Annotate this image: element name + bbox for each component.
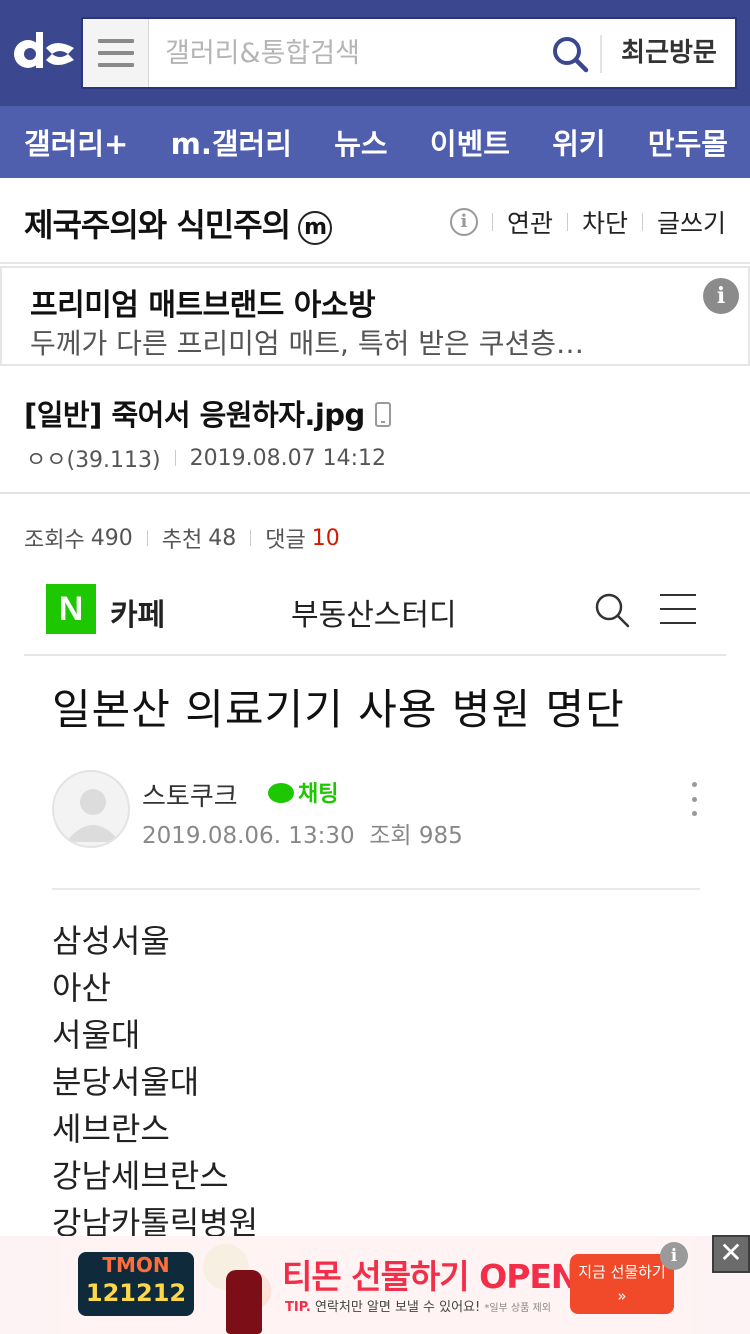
comments-label[interactable]: 댓글 (265, 522, 305, 554)
tmon-logo: TMON 121212 (78, 1252, 194, 1316)
divider (250, 530, 252, 546)
ad-info-icon[interactable]: i (703, 278, 739, 314)
article-divider (52, 888, 700, 890)
recent-visits-button[interactable]: 최근방문 (613, 33, 725, 73)
divider (641, 213, 643, 231)
article-author: 스토쿠크 (142, 782, 238, 812)
related-link[interactable]: 연관 (507, 204, 553, 240)
gallery-name: 제국주의와 식민주의 (24, 206, 291, 244)
article-date: 2019.08.06. 13:30 조회 985 (142, 816, 463, 850)
post-header: [일반] 죽어서 응원하자.jpg ㅇㅇ(39.113) 2019.08.07 … (0, 368, 750, 494)
chat-icon (268, 783, 294, 803)
post-title: [일반] 죽어서 응원하자.jpg (24, 392, 391, 434)
post-meta: ㅇㅇ(39.113) 2019.08.07 14:12 (26, 442, 386, 474)
main-nav: 갤러리+ m.갤러리 뉴스 이벤트 위키 만두몰 (0, 106, 750, 178)
recommend-count: 48 (208, 525, 237, 551)
chat-badge: 채팅 (268, 776, 338, 808)
banner-note: *일부 상품 제외 (484, 1303, 551, 1314)
banner-tip: TIP. (285, 1300, 311, 1315)
divider (491, 213, 493, 231)
chat-label: 채팅 (298, 782, 339, 807)
post-stats: 조회수 490 추천 48 댓글 10 (24, 522, 340, 554)
naver-logo-icon: N (46, 584, 96, 634)
cta-line2: » (617, 1287, 627, 1305)
cafe-search-icon (595, 593, 630, 628)
gallery-header: 제국주의와 식민주의 m i 연관 차단 글쓰기 (0, 178, 750, 264)
write-link[interactable]: 글쓰기 (657, 204, 726, 240)
nav-event[interactable]: 이벤트 (430, 121, 510, 163)
text-ad[interactable]: 프리미엄 매트브랜드 아소방 두께가 다른 프리미엄 매트, 특허 받은 쿠션층… (0, 266, 750, 366)
cta-line1: 지금 선물하기 (578, 1263, 666, 1281)
avatar (52, 770, 130, 848)
divider (174, 450, 176, 466)
mobile-icon (374, 402, 391, 427)
gallery-title[interactable]: 제국주의와 식민주의 m (24, 200, 333, 246)
article-title: 일본산 의료기기 사용 병원 명단 (52, 685, 625, 734)
article-date-text: 2019.08.06. 13:30 (142, 823, 355, 849)
views-count: 490 (90, 525, 133, 551)
cafe-name: 부동산스터디 (291, 598, 457, 633)
views-label: 조회수 (24, 528, 85, 553)
list-item: 분당서울대 (52, 1063, 200, 1101)
more-options-icon (692, 782, 698, 816)
post-date: 2019.08.07 14:12 (189, 445, 386, 471)
nav-gallery-plus[interactable]: 갤러리+ (24, 121, 128, 163)
tmon-logo-bottom: 121212 (85, 1279, 187, 1307)
post-title-text: [일반] 죽어서 응원하자.jpg (24, 398, 365, 432)
banner-title: 티몬 선물하기 OPEN (282, 1257, 579, 1296)
banner-subtitle-text: 연락처만 알면 보낼 수 있어요! (314, 1300, 481, 1315)
nav-wiki[interactable]: 위키 (552, 121, 605, 163)
minor-gallery-badge: m (298, 211, 333, 245)
list-item: 서울대 (52, 1016, 141, 1054)
info-icon[interactable]: i (449, 208, 478, 236)
dc-logo-icon[interactable] (10, 24, 76, 80)
top-header: 최근방문 (0, 0, 750, 106)
post-author[interactable]: ㅇㅇ(39.113) (26, 442, 161, 474)
block-link[interactable]: 차단 (582, 204, 628, 240)
wine-bottle-image (226, 1270, 262, 1334)
comments-count[interactable]: 10 (312, 526, 340, 551)
ad-description: 두께가 다른 프리미엄 매트, 특허 받은 쿠션층… (30, 327, 584, 360)
recommend-label: 추천 (161, 528, 203, 553)
divider (566, 213, 568, 231)
banner-info-icon[interactable]: i (660, 1242, 688, 1270)
search-icon[interactable] (549, 33, 591, 75)
list-item: 세브란스 (52, 1110, 170, 1148)
article-views: 조회 985 (369, 823, 463, 849)
nav-news[interactable]: 뉴스 (334, 121, 387, 163)
search-bar: 최근방문 (81, 17, 737, 89)
search-divider (600, 35, 602, 73)
hamburger-icon[interactable] (83, 19, 149, 87)
gift-now-button[interactable]: 지금 선물하기 » (570, 1254, 674, 1314)
cafe-menu-icon (660, 594, 696, 624)
close-icon[interactable]: ✕ (712, 1235, 750, 1273)
divider (146, 530, 148, 546)
avatar-placeholder-icon (66, 789, 120, 842)
nav-m-gallery[interactable]: m.갤러리 (171, 121, 292, 163)
nav-mandumall[interactable]: 만두몰 (648, 121, 728, 163)
search-input[interactable] (165, 33, 545, 73)
list-item: 아산 (52, 969, 111, 1007)
ad-title: 프리미엄 매트브랜드 아소방 (30, 288, 376, 323)
cafe-label: 카페 (110, 598, 166, 633)
list-item: 삼성서울 (52, 922, 170, 960)
gallery-tools: i 연관 차단 글쓰기 (449, 204, 726, 240)
banner-subtitle: TIP. 연락처만 알면 보낼 수 있어요! *일부 상품 제외 (285, 1296, 551, 1315)
embedded-cafe-header: N 카페 부동산스터디 (24, 570, 726, 656)
hospital-list: 삼성서울 아산 서울대 분당서울대 세브란스 강남세브란스 강남카톨릭병원 (52, 918, 258, 1247)
list-item: 강남세브란스 (52, 1157, 229, 1195)
tmon-logo-top: TMON (102, 1253, 170, 1277)
